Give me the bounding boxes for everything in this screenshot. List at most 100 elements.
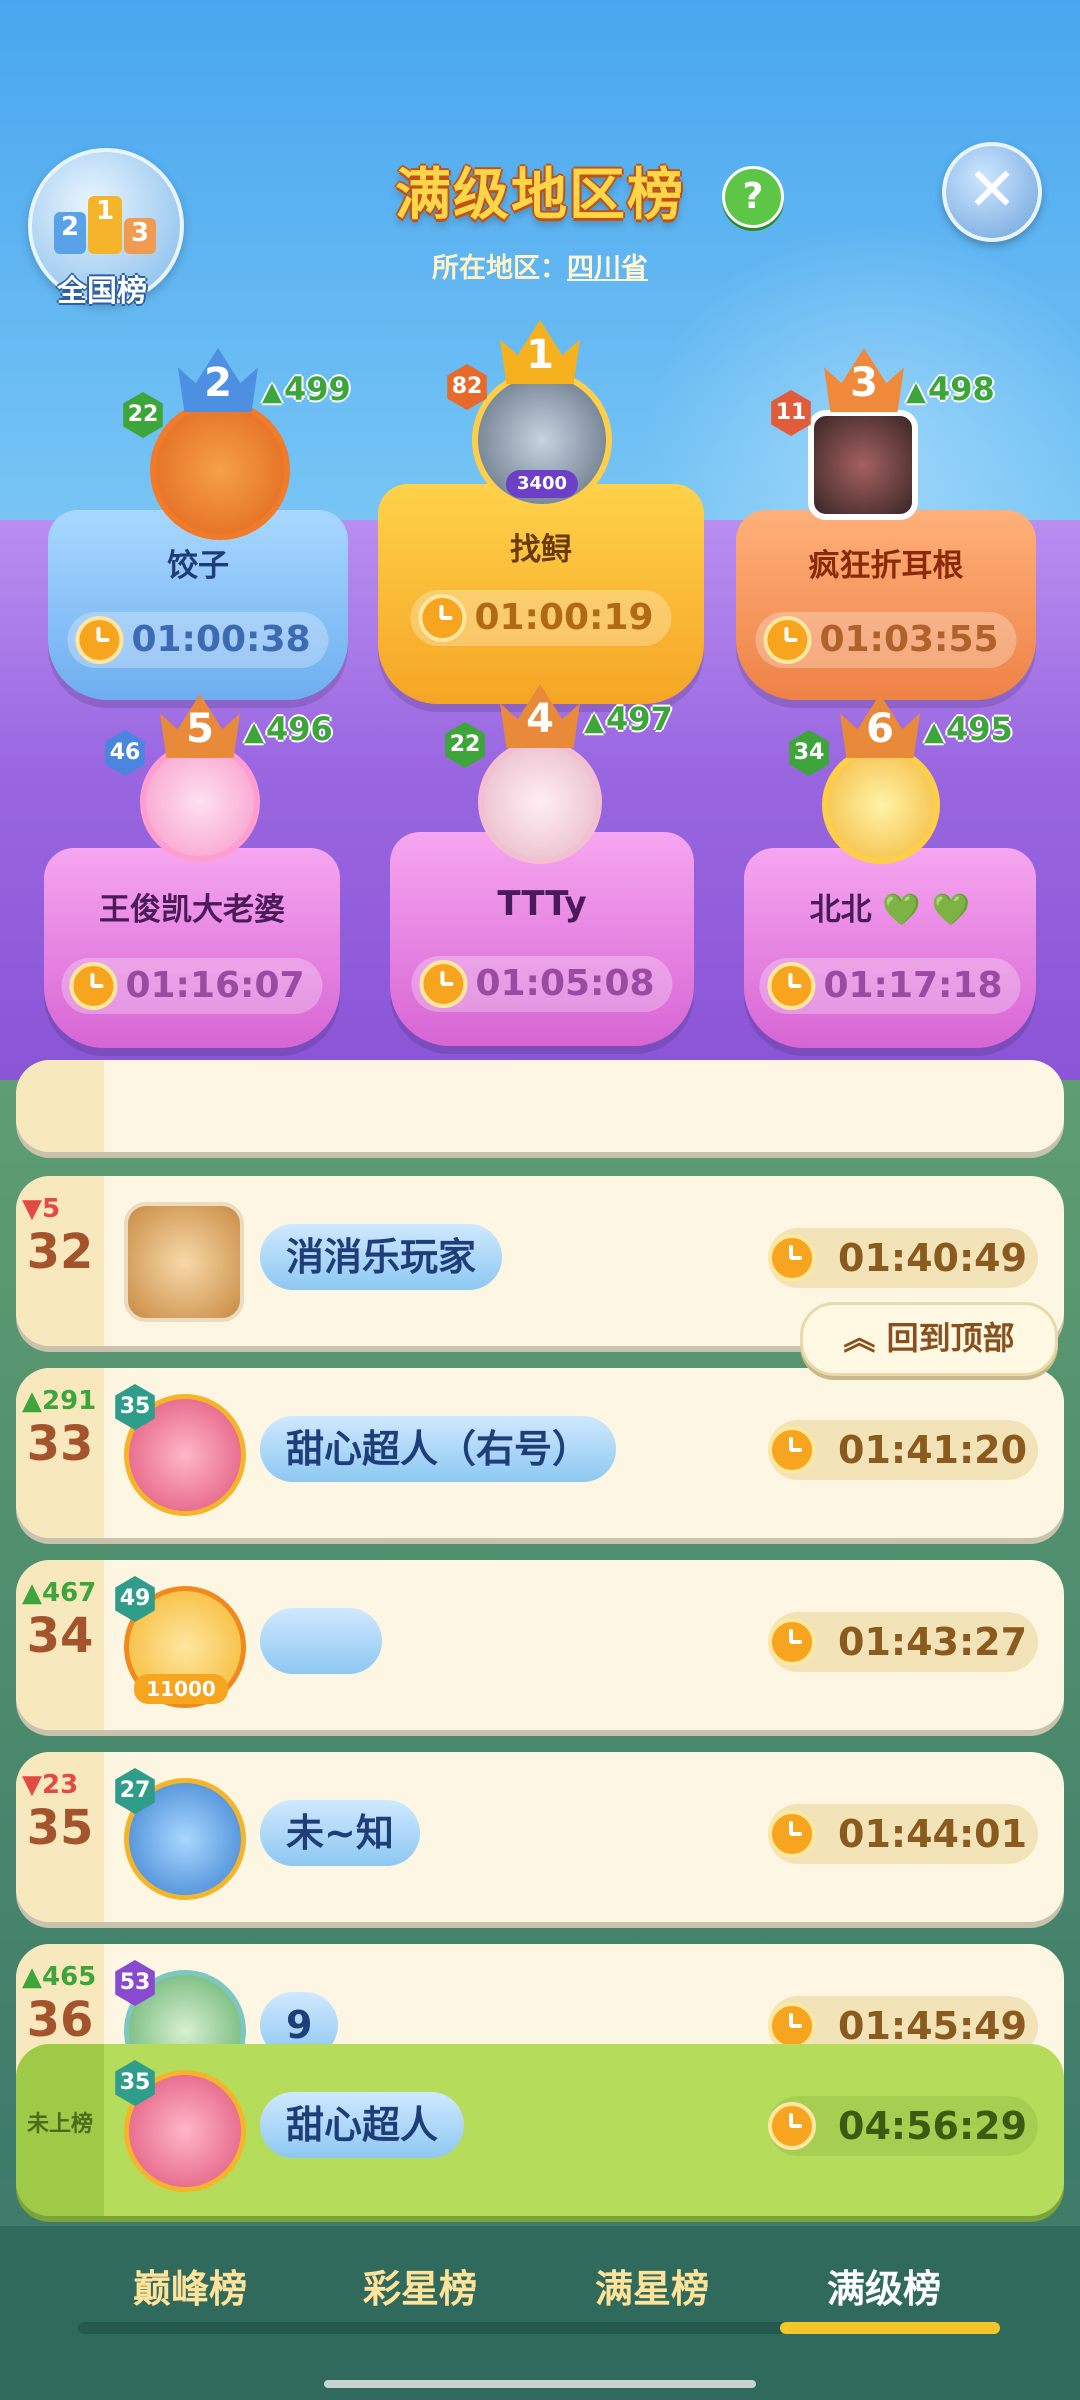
region-link[interactable]: 四川省	[567, 253, 648, 284]
tab-color-star[interactable]: 彩星榜	[320, 2258, 520, 2313]
block-1: 1	[88, 196, 122, 254]
rank-change-down: ▼5	[22, 1194, 61, 1224]
player-time: 01:03:55	[755, 612, 1017, 668]
rank-number: 35	[26, 1800, 94, 1856]
tab-active-indicator	[780, 2322, 1000, 2334]
clock-icon	[767, 962, 816, 1010]
rank-label: 未上榜	[26, 2112, 93, 2137]
clock-icon	[768, 1618, 816, 1666]
player-name: 找鲟	[510, 532, 572, 568]
time-value: 01:16:07	[125, 965, 305, 1006]
rank-change-up: 497	[584, 700, 673, 738]
clock-icon	[75, 616, 124, 664]
avatar[interactable]	[150, 400, 290, 540]
double-chevron-up-icon: ︽	[843, 1319, 887, 1357]
podium-blocks-icon: 2 1 3	[54, 194, 158, 254]
rank-change-up: 498	[906, 370, 995, 408]
rank-change-up: ▲465	[22, 1962, 97, 1992]
clock-icon	[768, 1234, 816, 1282]
clock-icon	[768, 1426, 816, 1474]
rank-change-up: 496	[244, 710, 333, 748]
list-item[interactable]: ▲291 33 35 甜心超人（右号） 01:41:20	[16, 1368, 1064, 1538]
my-rank-row[interactable]: 未上榜 35 甜心超人 04:56:29	[16, 2044, 1064, 2216]
player-name: 消消乐玩家	[260, 1224, 503, 1290]
player-time: 01:16:07	[61, 958, 323, 1014]
podium-card-5[interactable]: 王俊凯大老婆 01:16:07	[44, 848, 340, 1048]
player-name: 饺子	[167, 548, 229, 584]
clock-icon	[763, 616, 812, 664]
podium-card-2[interactable]: 饺子 01:00:38	[48, 510, 348, 700]
close-icon[interactable]: ✕	[942, 142, 1042, 242]
time-value: 01:41:20	[838, 1428, 1028, 1472]
clock-icon	[419, 960, 468, 1008]
time-value: 01:05:08	[475, 963, 655, 1004]
rank-number: 32	[26, 1224, 94, 1280]
time-value: 01:43:27	[838, 1620, 1028, 1664]
list-item[interactable]	[16, 1060, 1064, 1152]
help-icon[interactable]: ?	[722, 166, 784, 228]
time-value: 01:03:55	[819, 619, 999, 660]
rank-change-up: ▲467	[22, 1578, 97, 1608]
time-value: 04:56:29	[838, 2104, 1028, 2148]
avatar[interactable]	[140, 742, 260, 862]
player-name: 北北 💚 💚	[809, 892, 971, 928]
back-to-top-button[interactable]: ︽ 回到顶部	[800, 1302, 1058, 1376]
rank-number: 36	[26, 1992, 94, 2048]
player-time: 01:40:49	[768, 1228, 1038, 1288]
player-name: 王俊凯大老婆	[99, 892, 285, 928]
rank-change-up: ▲291	[22, 1386, 97, 1416]
clock-icon	[768, 2002, 816, 2050]
rank-change-up: 499	[262, 370, 351, 408]
player-time: 01:43:27	[768, 1612, 1038, 1672]
podium-card-1[interactable]: 找鲟 01:00:19	[378, 484, 704, 704]
player-time: 01:00:19	[410, 590, 672, 646]
player-time: 01:17:18	[759, 958, 1021, 1014]
player-time: 01:05:08	[411, 956, 673, 1012]
national-leaderboard-label: 全国榜	[57, 274, 147, 309]
bottom-tab-bar: 巅峰榜 彩星榜 满星榜 满级榜	[0, 2226, 1080, 2400]
player-name: 未~知	[260, 1800, 420, 1866]
clock-icon	[69, 962, 118, 1010]
rank-number: 33	[26, 1416, 94, 1472]
player-time: 01:44:01	[768, 1804, 1038, 1864]
player-name: TTTy	[497, 884, 587, 924]
badge-score: 3400	[506, 470, 578, 498]
tab-peak[interactable]: 巅峰榜	[90, 2258, 290, 2313]
badge-score: 11000	[134, 1674, 228, 1704]
back-to-top-label: 回到顶部	[886, 1319, 1015, 1357]
time-value: 01:17:18	[823, 965, 1003, 1006]
podium-card-6[interactable]: 北北 💚 💚 01:17:18	[744, 848, 1036, 1048]
time-value: 01:44:01	[838, 1812, 1028, 1856]
clock-icon	[768, 2102, 816, 2150]
tab-full-level[interactable]: 满级榜	[784, 2258, 984, 2313]
rank-change-down: ▼23	[22, 1770, 79, 1800]
player-time: 04:56:29	[768, 2096, 1038, 2156]
tab-full-star[interactable]: 满星榜	[552, 2258, 752, 2313]
page-title: 满级地区榜	[395, 163, 685, 228]
list-item[interactable]: ▲467 34 11000 49 01:43:27	[16, 1560, 1064, 1730]
player-name	[260, 1608, 382, 1674]
time-value: 01:00:38	[131, 619, 311, 660]
player-name: 甜心超人（右号）	[260, 1416, 617, 1482]
player-time: 01:00:38	[67, 612, 329, 668]
avatar[interactable]	[124, 1202, 244, 1322]
avatar[interactable]	[478, 740, 602, 864]
block-3: 3	[124, 218, 156, 254]
time-value: 01:40:49	[838, 1236, 1028, 1280]
player-time: 01:41:20	[768, 1420, 1038, 1480]
clock-icon	[768, 1810, 816, 1858]
player-name: 甜心超人	[260, 2092, 465, 2158]
rank-column	[16, 1060, 104, 1152]
time-value: 01:00:19	[474, 597, 654, 638]
podium-card-4[interactable]: TTTy 01:05:08	[390, 832, 694, 1046]
list-item[interactable]: ▼23 35 27 未~知 01:44:01	[16, 1752, 1064, 1922]
podium-card-3[interactable]: 疯狂折耳根 01:03:55	[736, 510, 1036, 700]
avatar[interactable]	[808, 410, 918, 520]
block-2: 2	[54, 212, 86, 254]
rank-number: 34	[26, 1608, 94, 1664]
home-indicator[interactable]	[324, 2380, 756, 2388]
region-info: 所在地区：四川省	[380, 246, 700, 285]
rank-change-up: 495	[924, 710, 1013, 748]
avatar[interactable]	[822, 746, 940, 864]
clock-icon	[418, 594, 467, 642]
